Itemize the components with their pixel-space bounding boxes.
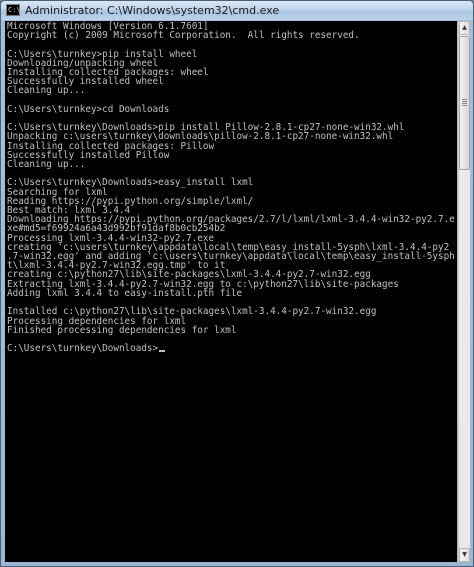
console-line: Adding lxml 3.4.4 to easy-install.pth fi… bbox=[7, 287, 243, 299]
scrollbar-thumb[interactable] bbox=[459, 36, 470, 170]
cmd-icon[interactable]: C:\ bbox=[6, 4, 21, 16]
console-line: Copyright (c) 2009 Microsoft Corporation… bbox=[7, 30, 360, 42]
console-line: Finished processing dependencies for lxm… bbox=[7, 324, 237, 336]
vertical-scrollbar[interactable]: ▲ ▼ bbox=[458, 21, 470, 562]
scroll-down-button[interactable]: ▼ bbox=[459, 548, 470, 562]
text-cursor bbox=[159, 350, 166, 353]
console-line: Cleaning up... bbox=[7, 159, 86, 171]
grip-line bbox=[462, 103, 467, 104]
grip-line bbox=[462, 105, 467, 106]
grip-line bbox=[462, 101, 467, 102]
console-lines: Microsoft Windows [Version 6.1.7601] Cop… bbox=[7, 21, 455, 354]
cmd-window: C:\ Administrator: C:\Windows\system32\c… bbox=[0, 0, 474, 567]
console-line: C:\Users\turnkey>cd Downloads bbox=[7, 103, 170, 115]
console-output-area[interactable]: Microsoft Windows [Version 6.1.7601] Cop… bbox=[5, 21, 457, 562]
scroll-up-button[interactable]: ▲ bbox=[459, 21, 470, 35]
window-title: Administrator: C:\Windows\system32\cmd.e… bbox=[25, 4, 280, 17]
console-line: C:\Users\turnkey\Downloads> bbox=[7, 343, 159, 355]
console-line: Cleaning up... bbox=[7, 85, 86, 97]
title-bar[interactable]: C:\ Administrator: C:\Windows\system32\c… bbox=[1, 1, 473, 20]
console-text: Microsoft Windows [Version 6.1.7601] Cop… bbox=[5, 21, 457, 353]
grip-line bbox=[462, 99, 467, 100]
